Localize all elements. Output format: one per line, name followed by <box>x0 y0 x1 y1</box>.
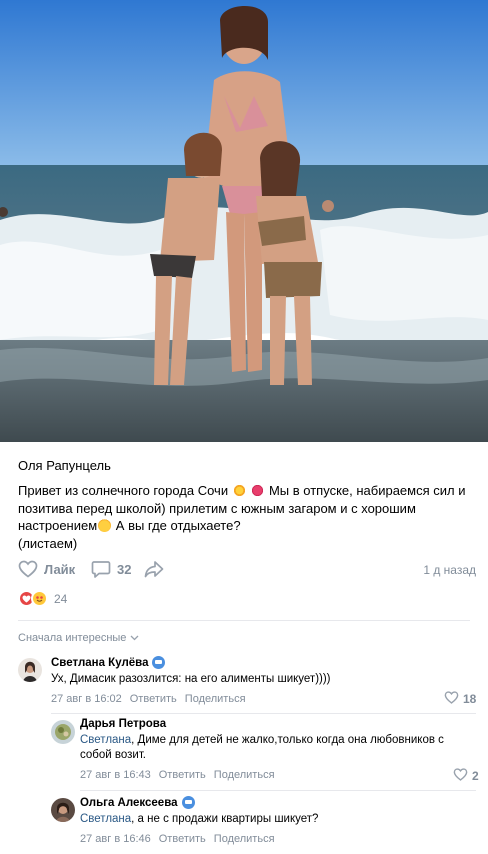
post-text-line-3a: настроением <box>18 518 98 534</box>
comment-like-count: 2 <box>472 769 479 783</box>
reply-to-link[interactable]: Светлана <box>80 813 131 825</box>
share-arrow-icon <box>144 560 164 578</box>
comments-count: 32 <box>117 561 132 577</box>
post-text-line-1: Привет из солнечного города Сочи <box>18 483 229 498</box>
post-author[interactable]: Оля Рапунцель <box>18 458 111 473</box>
smiling-face-with-hearts-reaction-icon <box>31 590 48 607</box>
divider <box>51 713 476 714</box>
comment-date[interactable]: 27 авг в 16:02 <box>51 693 122 705</box>
comment-text: Ух, Димасик разозлится: на его алименты … <box>51 673 331 685</box>
chevron-down-icon <box>130 632 139 644</box>
esports-badge-icon <box>152 656 166 669</box>
comment-like-button[interactable]: 2 <box>453 768 479 784</box>
smiling-face-with-hearts-emoji-icon <box>98 519 112 533</box>
comment-date[interactable]: 27 авг в 16:46 <box>80 833 151 845</box>
share-button[interactable]: Поделиться <box>185 693 246 705</box>
comment-author[interactable]: Ольга Алексеева <box>80 796 470 809</box>
comment-text: Светлана, а не с продажи квартиры шикует… <box>80 812 470 827</box>
heart-outline-icon <box>453 768 468 784</box>
post-text-line-1b: Мы в отпуске, набираемся сил и <box>268 483 466 498</box>
comment-text: Светлана, Диме для детей не жалко,только… <box>80 733 470 763</box>
reply-button[interactable]: Ответить <box>159 769 206 781</box>
comment-date[interactable]: 27 авг в 16:43 <box>80 769 151 781</box>
reply-button[interactable]: Ответить <box>130 693 177 705</box>
comment-like-count: 18 <box>463 692 477 706</box>
post-photo[interactable] <box>0 0 488 442</box>
esports-badge-icon <box>181 796 195 809</box>
share-button[interactable] <box>144 560 164 578</box>
post-text: Привет из солнечного города Сочи Мы в от… <box>18 482 470 552</box>
post-text-line-3b: А вы где отдыхаете? <box>112 518 241 534</box>
sun-emoji-icon <box>232 484 246 497</box>
comments-sort-dropdown[interactable]: Сначала интересные <box>18 632 139 644</box>
share-button[interactable]: Поделиться <box>214 769 275 781</box>
avatar[interactable] <box>51 798 75 822</box>
comment: Дарья Петрова Светлана, Диме для детей н… <box>51 718 479 784</box>
comment-meta: 27 авг в 16:46 Ответить Поделиться <box>80 833 470 845</box>
reply-button[interactable]: Ответить <box>159 833 206 845</box>
comment-body: Дарья Петрова Светлана, Диме для детей н… <box>80 718 470 781</box>
comments-button[interactable]: 32 <box>91 560 131 578</box>
comment: Светлана Кулёва Ух, Димасик разозлится: … <box>18 656 478 708</box>
comment-meta: 27 авг в 16:43 Ответить Поделиться <box>80 769 470 781</box>
comment-author[interactable]: Светлана Кулёва <box>51 656 471 669</box>
comment-like-button[interactable]: 18 <box>444 691 476 707</box>
reply-to-link[interactable]: Светлана <box>80 734 131 746</box>
post-time[interactable]: 1 д назад <box>423 563 476 577</box>
avatar[interactable] <box>51 720 75 744</box>
comment-author-name: Дарья Петрова <box>80 718 167 730</box>
kiss-emoji-icon <box>251 484 265 497</box>
comment-body: Ольга Алексеева Светлана, а не с продажи… <box>80 796 470 845</box>
avatar[interactable] <box>18 658 42 682</box>
divider <box>80 790 476 791</box>
comments-sort-label: Сначала интересные <box>18 632 127 644</box>
heart-outline-icon <box>18 560 38 578</box>
divider <box>18 620 470 621</box>
comment-author[interactable]: Дарья Петрова <box>80 718 470 730</box>
comment-author-name: Ольга Алексеева <box>80 796 178 809</box>
reactions-count: 24 <box>54 591 68 606</box>
reactions-summary[interactable]: 24 <box>18 590 67 607</box>
like-label: Лайк <box>44 561 76 577</box>
like-button[interactable]: Лайк <box>18 560 75 578</box>
comment-text-content: , а не с продажи квартиры шикует? <box>131 813 319 825</box>
post-actions: Лайк 32 1 д назад <box>18 560 476 582</box>
comment-meta: 27 авг в 16:02 Ответить Поделиться <box>51 693 471 705</box>
comment-body: Светлана Кулёва Ух, Димасик разозлится: … <box>51 656 471 705</box>
comment-author-name: Светлана Кулёва <box>51 656 149 669</box>
post-text-line-4: (листаем) <box>18 535 78 551</box>
comment: Ольга Алексеева Светлана, а не с продажи… <box>51 796 478 848</box>
comment-icon <box>91 560 111 578</box>
heart-outline-icon <box>444 691 459 707</box>
post-text-line-2: позитива перед школой) прилетим с южным … <box>18 500 416 516</box>
comment-text-content: , Диме для детей не жалко,только когда о… <box>80 734 444 761</box>
share-button[interactable]: Поделиться <box>214 833 275 845</box>
